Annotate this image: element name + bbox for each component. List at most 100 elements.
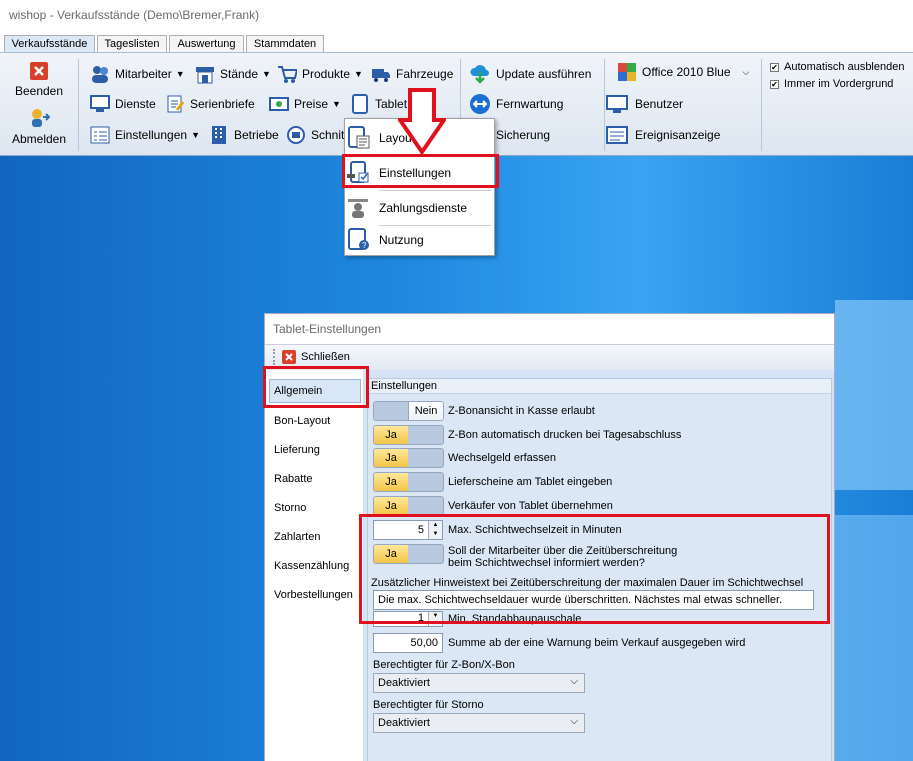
cart-icon bbox=[278, 66, 297, 83]
window-title: wishop - Verkaufsstände (Demo\Bremer,Fra… bbox=[9, 8, 260, 22]
close-icon bbox=[282, 350, 296, 364]
abmelden-label: Abmelden bbox=[11, 132, 67, 146]
staende-label: Stände bbox=[220, 67, 259, 81]
highlight-shift-settings bbox=[359, 514, 830, 624]
warning-amount-input[interactable]: 50,00 bbox=[373, 633, 443, 653]
checkmark-icon: ✔ bbox=[770, 79, 779, 89]
label-storno-berechtigt: Berechtigter für Storno bbox=[373, 699, 484, 711]
abmelden-button[interactable]: Abmelden bbox=[8, 107, 70, 146]
nav-kassenzaehlung[interactable]: Kassenzählung bbox=[274, 560, 349, 572]
storno-berechtigt-select[interactable]: Deaktiviert ⌵ bbox=[373, 713, 585, 733]
title-bar: wishop - Verkaufsstände (Demo\Bremer,Fra… bbox=[0, 0, 913, 32]
zbon-berechtigt-select[interactable]: Deaktiviert ⌵ bbox=[373, 673, 585, 693]
fahrzeuge-button[interactable]: Fahrzeuge bbox=[371, 63, 453, 85]
label-zbon-druck: Z-Bon automatisch drucken bei Tagesabsch… bbox=[448, 429, 682, 441]
betriebe-label: Betriebe bbox=[234, 128, 279, 142]
dienste-label: Dienste bbox=[115, 97, 156, 111]
building-icon bbox=[212, 126, 226, 144]
close-button[interactable]: Schließen bbox=[282, 350, 350, 364]
checkmark-icon: ✔ bbox=[770, 62, 779, 72]
nav-bon-layout[interactable]: Bon-Layout bbox=[274, 415, 330, 427]
sicherung-label: Sicherung bbox=[496, 128, 551, 142]
logout-user-icon bbox=[32, 109, 51, 127]
close-label: Schließen bbox=[301, 351, 350, 363]
theme-label: Office 2010 Blue bbox=[642, 65, 731, 79]
label-warning-amount: Summe ab der eine Warnung beim Verkauf a… bbox=[448, 637, 746, 649]
toolbar-grip bbox=[273, 349, 277, 365]
tablet-help-icon: ? bbox=[348, 228, 369, 250]
tab-stammdaten[interactable]: Stammdaten bbox=[246, 35, 324, 52]
label-zbon-ansicht: Z-Bonansicht in Kasse erlaubt bbox=[448, 405, 595, 417]
toggle-lieferscheine[interactable]: Ja bbox=[373, 472, 444, 492]
interface-icon bbox=[287, 126, 305, 144]
nav-storno[interactable]: Storno bbox=[274, 502, 306, 514]
benutzer-button[interactable]: Benutzer bbox=[606, 93, 683, 115]
preise-label: Preise bbox=[294, 97, 329, 111]
nav-zahlarten[interactable]: Zahlarten bbox=[274, 531, 320, 543]
label-zbon-berechtigt: Berechtigter für Z-Bon/X-Bon bbox=[373, 659, 515, 671]
ribbon-tabs: Verkaufsstände Tageslisten Auswertung St… bbox=[0, 32, 913, 52]
serienbriefe-label: Serienbriefe bbox=[190, 97, 255, 111]
fernwartung-button[interactable]: Fernwartung bbox=[469, 93, 563, 115]
tablet-icon bbox=[352, 94, 368, 114]
update-button[interactable]: Update ausführen bbox=[469, 63, 591, 85]
schnittstellen-label: Schnitt bbox=[311, 128, 344, 142]
theme-color-icon bbox=[618, 63, 636, 81]
serienbriefe-button[interactable]: Serienbriefe bbox=[165, 93, 255, 115]
auto-hide-checkbox[interactable]: ✔ Automatisch ausblenden bbox=[770, 61, 904, 73]
beenden-button[interactable]: Beenden bbox=[8, 61, 70, 98]
chevron-down-icon: ⌵ bbox=[742, 66, 750, 77]
update-label: Update ausführen bbox=[496, 67, 592, 81]
toggle-verkaeufer[interactable]: Ja bbox=[373, 496, 444, 516]
always-top-checkbox[interactable]: ✔ Immer im Vordergrund bbox=[770, 78, 893, 90]
desktop-window-pane bbox=[835, 515, 913, 761]
dienste-button[interactable]: Dienste bbox=[90, 93, 156, 115]
user-monitor-icon bbox=[606, 95, 628, 113]
chevron-down-icon: ▼ bbox=[354, 69, 363, 79]
payment-user-icon bbox=[348, 199, 368, 218]
tab-tageslisten[interactable]: Tageslisten bbox=[97, 35, 167, 52]
truck-icon bbox=[372, 69, 390, 82]
event-log-icon bbox=[606, 126, 628, 144]
svg-text:?: ? bbox=[362, 241, 367, 250]
menu-item-nutzung[interactable]: ? Nutzung bbox=[345, 223, 494, 257]
dialog-title: Tablet-Einstellungen bbox=[273, 322, 382, 336]
nav-lieferung[interactable]: Lieferung bbox=[274, 444, 320, 456]
settings-list-icon bbox=[90, 126, 110, 144]
mitarbeiter-button[interactable]: Mitarbeiter ▼ bbox=[90, 63, 185, 85]
always-top-label: Immer im Vordergrund bbox=[784, 78, 894, 90]
chevron-down-icon: ⌵ bbox=[570, 716, 578, 727]
toggle-zbon-druck[interactable]: Ja bbox=[373, 425, 444, 445]
betriebe-button[interactable]: Betriebe bbox=[209, 124, 279, 146]
produkte-button[interactable]: Produkte ▼ bbox=[277, 63, 363, 85]
label-wechselgeld: Wechselgeld erfassen bbox=[448, 452, 557, 464]
nav-rabatte[interactable]: Rabatte bbox=[274, 473, 313, 485]
beenden-label: Beenden bbox=[14, 84, 64, 98]
chevron-down-icon: ▼ bbox=[191, 130, 200, 140]
nav-vorbestellungen[interactable]: Vorbestellungen bbox=[274, 589, 353, 601]
ereignisanzeige-button[interactable]: Ereignisanzeige bbox=[606, 124, 720, 146]
tab-auswertung[interactable]: Auswertung bbox=[169, 35, 244, 52]
theme-select[interactable]: Office 2010 Blue ⌵ bbox=[617, 61, 749, 83]
toggle-zbon-ansicht[interactable]: Nein bbox=[373, 401, 444, 421]
highlight-allgemein bbox=[263, 366, 369, 408]
auto-hide-label: Automatisch ausblenden bbox=[784, 61, 905, 73]
menu-item-zahlungsdienste[interactable]: Zahlungsdienste bbox=[345, 191, 494, 225]
preise-button[interactable]: Preise ▼ bbox=[269, 93, 341, 115]
desktop-window-pane bbox=[835, 300, 913, 490]
close-icon bbox=[30, 62, 48, 80]
tab-verkaufsstaende[interactable]: Verkaufsstände bbox=[4, 35, 95, 52]
annotation-arrow-icon bbox=[398, 88, 446, 156]
letter-edit-icon bbox=[167, 95, 185, 113]
store-icon bbox=[196, 67, 214, 84]
toggle-wechselgeld[interactable]: Ja bbox=[373, 448, 444, 468]
einstellungen-button[interactable]: Einstellungen ▼ bbox=[90, 124, 200, 146]
staende-button[interactable]: Stände ▼ bbox=[195, 63, 271, 85]
schnittstellen-button[interactable]: Schnitt bbox=[286, 124, 344, 146]
mitarbeiter-label: Mitarbeiter bbox=[115, 67, 172, 81]
cloud-download-icon bbox=[470, 65, 489, 84]
monitor-icon bbox=[90, 95, 110, 112]
fernwartung-label: Fernwartung bbox=[496, 97, 564, 111]
fahrzeuge-label: Fahrzeuge bbox=[396, 67, 454, 81]
sicherung-button[interactable]: Sicherung bbox=[496, 124, 550, 146]
